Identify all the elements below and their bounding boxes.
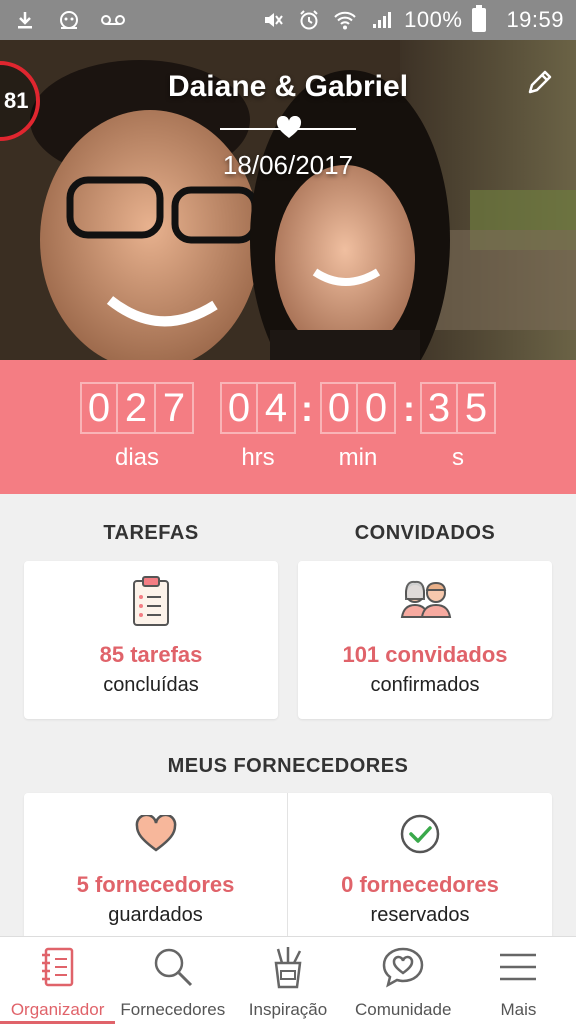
guests-couple-icon <box>298 579 552 624</box>
mute-icon <box>260 7 286 33</box>
nav-label-comunidade: Comunidade <box>355 1000 452 1019</box>
saved-vendors-count: 5 fornecedores <box>76 872 235 897</box>
brushes-cup-icon <box>268 945 308 994</box>
nav-label-mais: Mais <box>500 1000 537 1019</box>
tasks-card[interactable]: 85 tarefas concluídas <box>24 561 278 719</box>
countdown-seconds: 3 5 <box>420 382 496 434</box>
digit: 0 <box>220 382 258 434</box>
battery-percentage: 100% <box>404 7 463 32</box>
countdown-minutes: 0 0 <box>320 382 396 434</box>
saved-vendors[interactable]: 5 fornecedores guardados <box>24 793 287 943</box>
nav-label-fornecedores: Fornecedores <box>120 1000 226 1019</box>
digit: 7 <box>156 382 194 434</box>
guests-section-title: CONVIDADOS <box>354 522 496 544</box>
clipboard-checklist-icon <box>24 575 278 632</box>
digit: 5 <box>458 382 496 434</box>
tasks-subtext: concluídas <box>103 674 199 696</box>
guests-count: 101 convidados <box>342 642 508 667</box>
menu-icon <box>496 945 540 994</box>
digit: 3 <box>420 382 458 434</box>
bottom-navigation: Organizador Fornecedores Inspiração Comu… <box>0 936 576 1024</box>
guests-card[interactable]: 101 convidados confirmados <box>298 561 552 719</box>
pencil-icon[interactable] <box>526 68 554 101</box>
days-label: dias <box>114 444 160 471</box>
nav-label-inspiracao: Inspiração <box>248 1000 328 1019</box>
notebook-icon <box>38 945 78 994</box>
clock: 19:59 <box>506 7 564 32</box>
voicemail-icon <box>100 7 126 33</box>
signal-icon <box>368 7 394 33</box>
countdown-days: 0 2 7 <box>80 382 194 434</box>
booked-vendors-subtext: reservados <box>370 904 470 926</box>
seconds-label: s <box>452 444 464 471</box>
countdown-hours: 0 4 <box>220 382 296 434</box>
booked-vendors[interactable]: 0 fornecedores reservados <box>288 793 552 943</box>
wedding-countdown: 0 2 7 0 4 : 0 0 : 3 5 dias hrs min s <box>0 360 576 494</box>
hours-label: hrs <box>241 444 275 471</box>
colon-separator: : <box>301 388 313 429</box>
nav-item-inspiracao[interactable]: Inspiração <box>230 937 345 1024</box>
digit: 0 <box>80 382 118 434</box>
nav-label-organizador: Organizador <box>10 1000 105 1019</box>
digit: 2 <box>118 382 156 434</box>
colon-separator: : <box>403 388 415 429</box>
wedding-date: 18/06/2017 <box>222 150 354 180</box>
vendors-card: 5 fornecedores guardados 0 fornecedores … <box>24 793 552 943</box>
tasks-section-title: TAREFAS <box>103 522 199 544</box>
nav-item-comunidade[interactable]: Comunidade <box>346 937 461 1024</box>
booked-vendors-count: 0 fornecedores <box>341 872 499 897</box>
nav-item-mais[interactable]: Mais <box>461 937 576 1024</box>
status-bar: 100% 19:59 <box>0 0 576 40</box>
minutes-label: min <box>338 444 378 471</box>
battery-icon <box>472 5 487 32</box>
check-circle-icon <box>288 813 552 860</box>
download-icon <box>12 7 38 33</box>
vendors-section-title: MEUS FORNECEDORES <box>167 755 409 777</box>
guests-subtext: confirmados <box>370 674 480 696</box>
wifi-icon <box>332 7 358 33</box>
saved-vendors-subtext: guardados <box>108 904 203 926</box>
alarm-icon <box>296 7 322 33</box>
couple-photo-header[interactable]: 81 Daiane & Gabriel 18/06/2017 <box>0 40 576 360</box>
heart-icon <box>276 115 302 145</box>
couple-name: Daiane & Gabriel <box>167 70 409 103</box>
nav-item-fornecedores[interactable]: Fornecedores <box>115 937 230 1024</box>
digit: 0 <box>320 382 358 434</box>
nav-item-organizador[interactable]: Organizador <box>0 937 116 1024</box>
digit: 0 <box>358 382 396 434</box>
app-notification-icon <box>56 7 82 33</box>
tasks-count: 85 tarefas <box>99 642 203 667</box>
heart-outline-icon <box>24 813 287 858</box>
search-icon <box>151 945 195 994</box>
chat-heart-icon <box>381 945 425 994</box>
digit: 4 <box>258 382 296 434</box>
